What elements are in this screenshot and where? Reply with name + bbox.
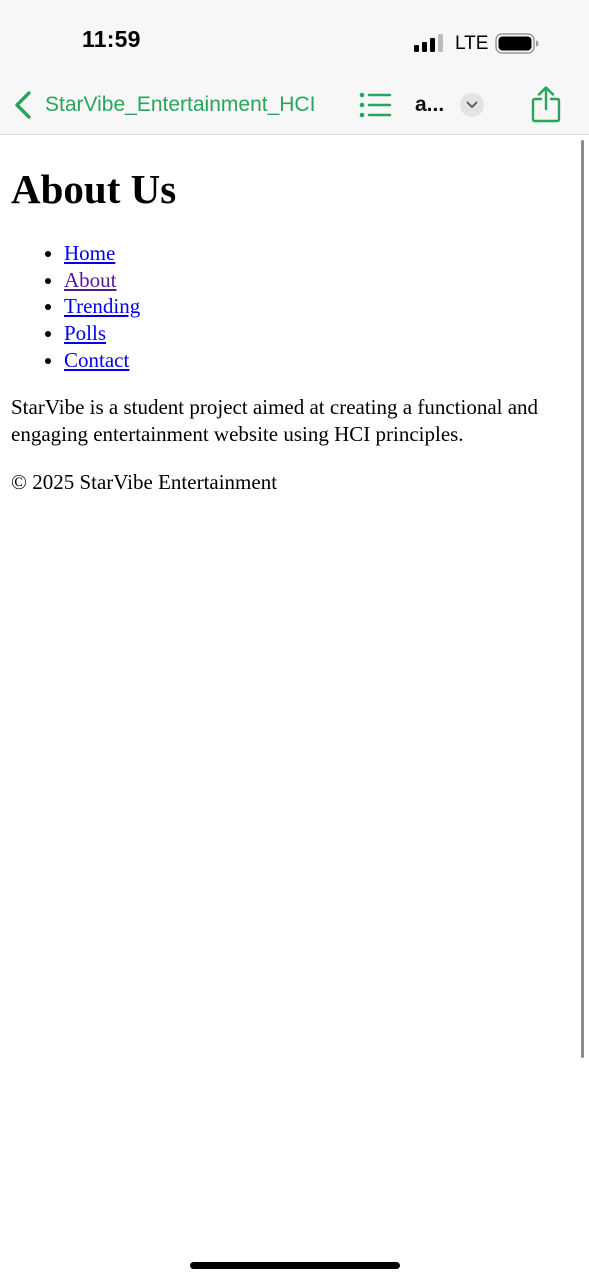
chevron-down-icon — [466, 101, 478, 108]
nav-link-home[interactable]: Home — [64, 241, 115, 265]
page-title: About Us — [11, 166, 177, 212]
cellular-signal-icon — [414, 34, 443, 52]
list-item: Home — [64, 240, 566, 267]
footer-copyright: © 2025 StarVibe Entertainment — [11, 469, 278, 494]
list-icon[interactable] — [358, 91, 392, 119]
back-label: StarVibe_Entertainment_HCI — [45, 93, 316, 116]
nav-link-contact[interactable]: Contact — [64, 348, 129, 372]
intro-paragraph: StarVibe is a student project aimed at c… — [11, 394, 539, 446]
nav-link-polls[interactable]: Polls — [64, 321, 106, 345]
share-icon[interactable] — [531, 85, 561, 123]
nav-link-trending[interactable]: Trending — [64, 294, 140, 318]
chevron-left-icon — [15, 91, 31, 119]
web-content: About Us Home About Trending Polls Conta… — [11, 135, 566, 496]
status-time: 11:59 — [82, 26, 141, 52]
title-dropdown-button[interactable] — [460, 93, 484, 117]
list-item: About — [64, 267, 566, 294]
network-label: LTE — [455, 33, 489, 54]
battery-icon — [495, 33, 539, 54]
site-navigation-list: Home About Trending Polls Contact — [11, 240, 566, 374]
home-indicator[interactable] — [190, 1262, 400, 1269]
status-bar: 11:59 LTE — [0, 0, 589, 76]
browser-screen: 11:59 LTE StarVibe_Entertainment_HCI a..… — [0, 0, 589, 1280]
navigation-bar: StarVibe_Entertainment_HCI a... — [0, 76, 589, 135]
nav-link-about[interactable]: About — [64, 268, 117, 292]
list-item: Trending — [64, 293, 566, 320]
scrollbar[interactable] — [581, 140, 584, 1058]
list-item: Contact — [64, 347, 566, 374]
back-button[interactable]: StarVibe_Entertainment_HCI — [12, 88, 315, 122]
list-item: Polls — [64, 320, 566, 347]
document-title[interactable]: a... — [415, 93, 444, 117]
